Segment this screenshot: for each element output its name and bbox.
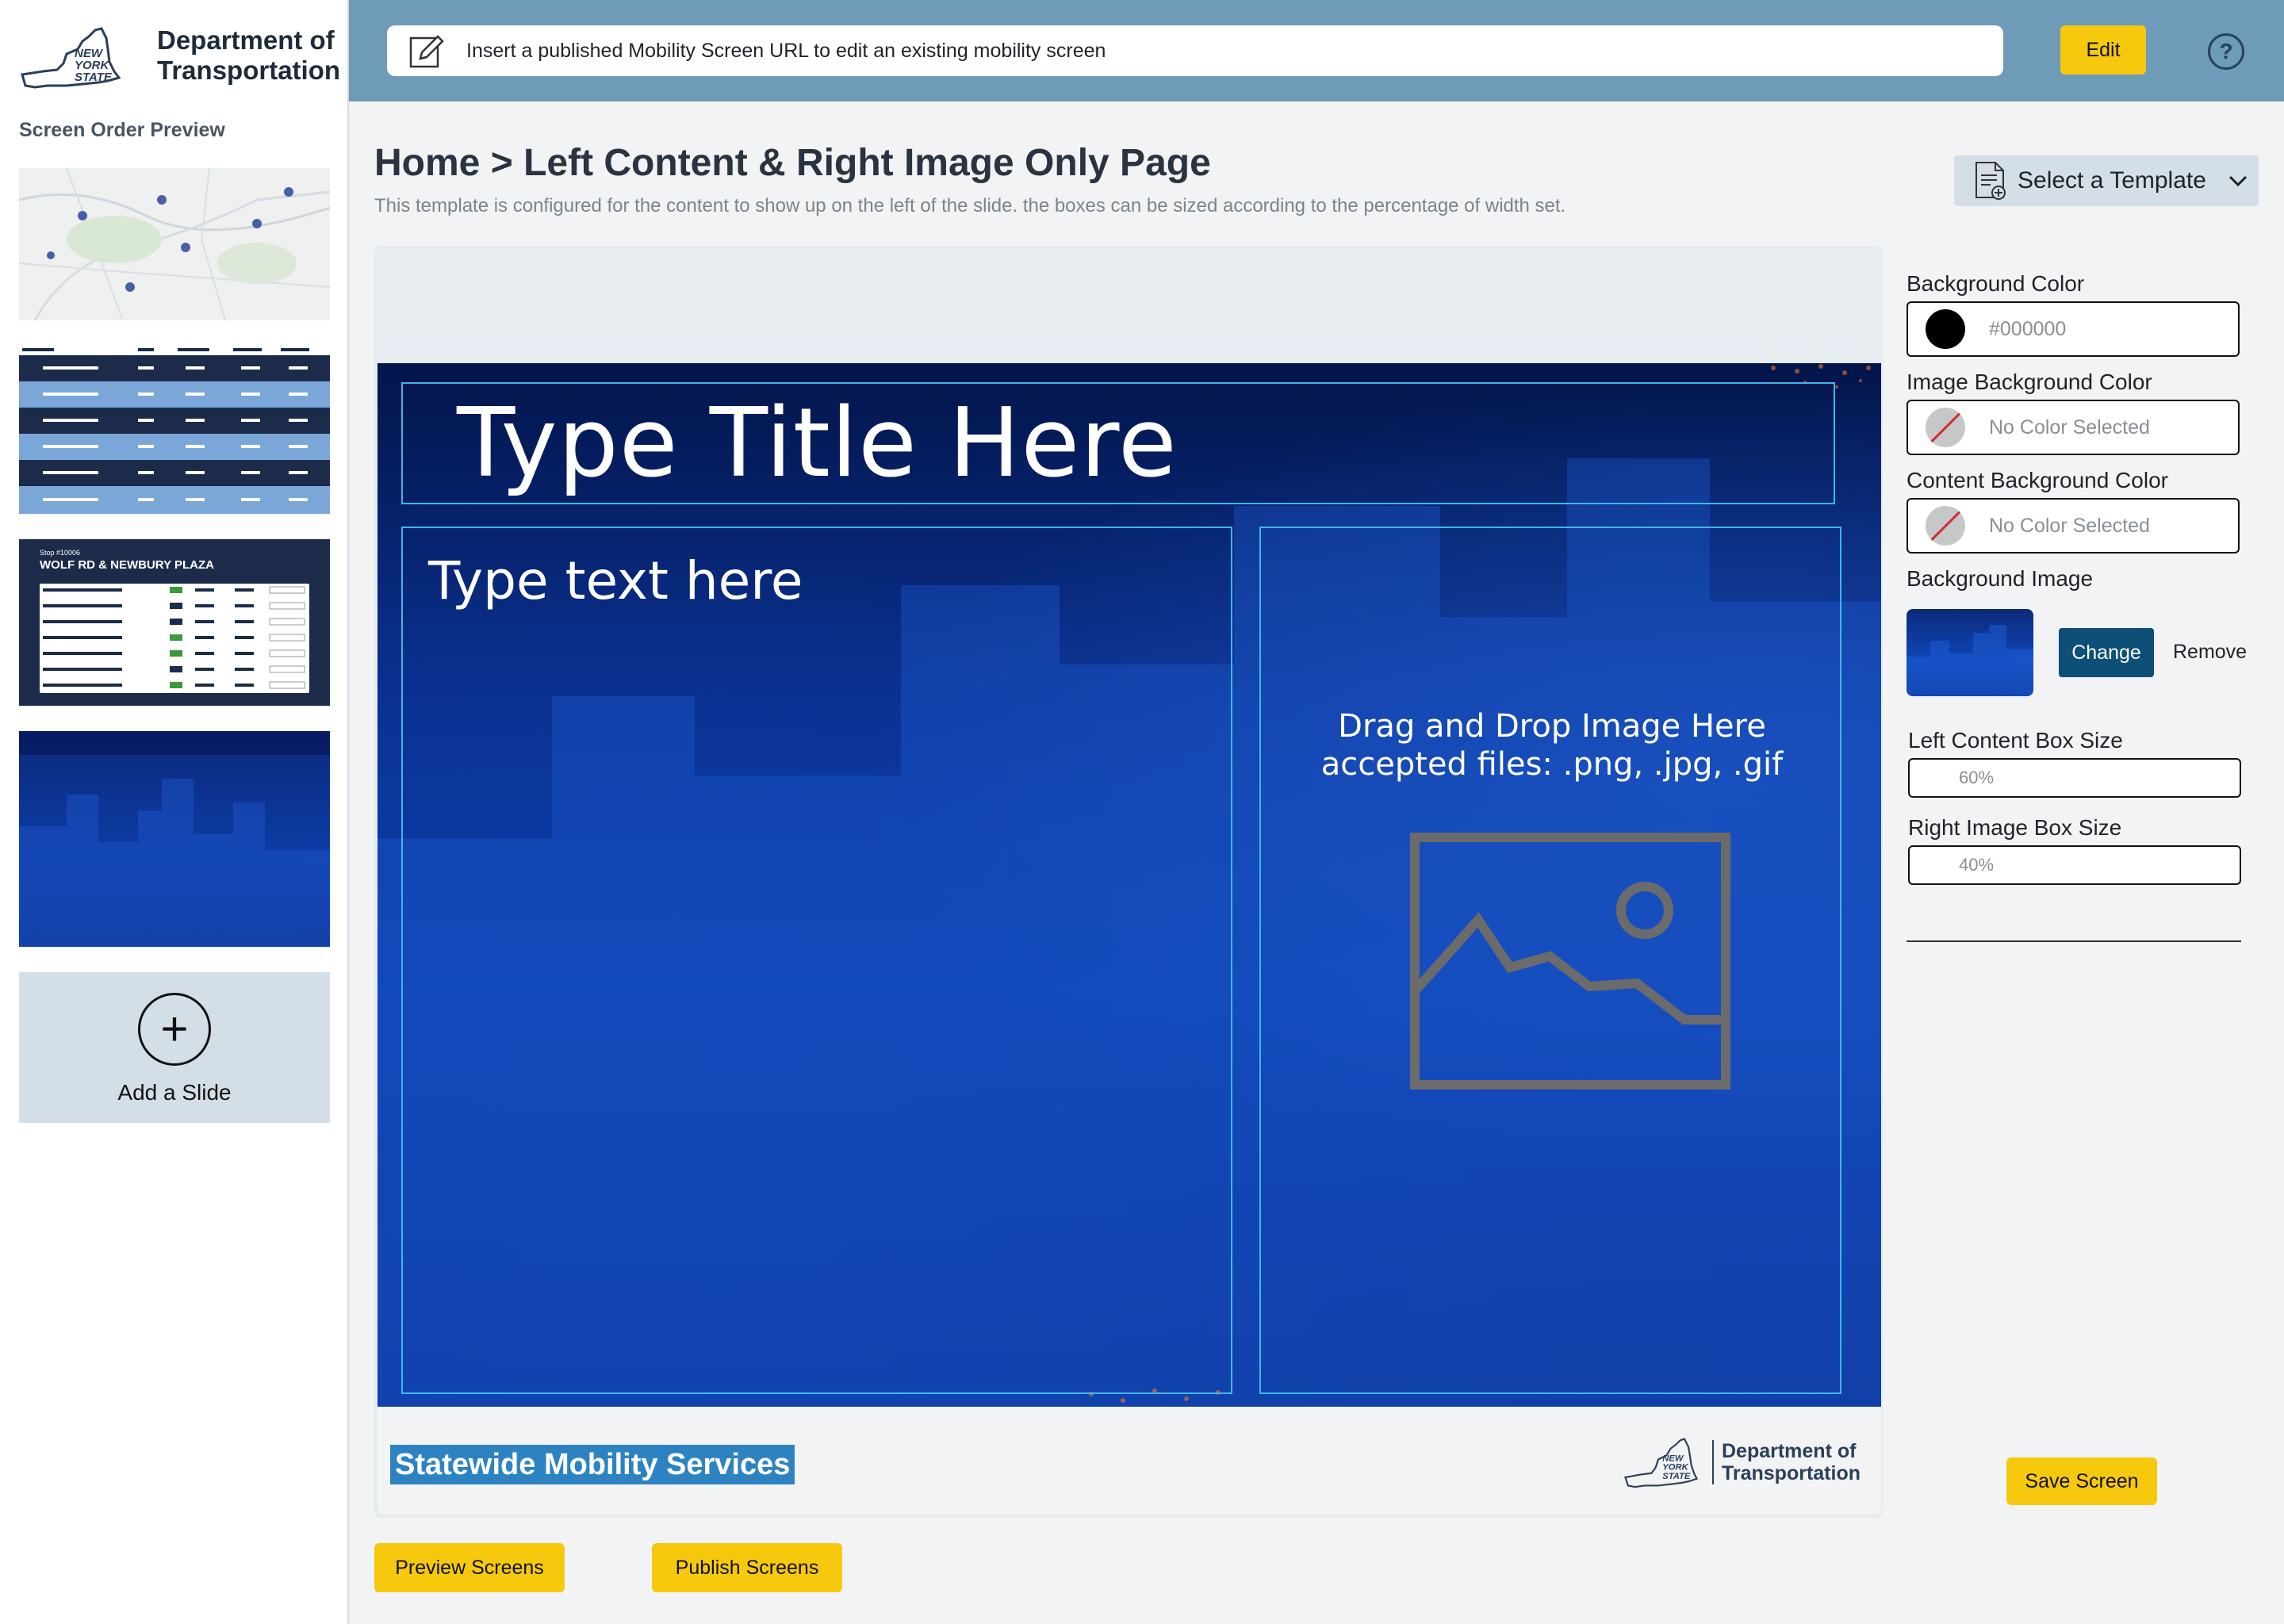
select-template-label: Select a Template: [2018, 167, 2206, 193]
edit-pencil-icon: [409, 35, 444, 68]
footer-logo-text: Department of Transportation: [1711, 1440, 1861, 1484]
footer-logo-line-1: Department of: [1721, 1440, 1857, 1462]
image-bg-color-value: No Color Selected: [1989, 416, 2150, 439]
background-color-field[interactable]: #000000: [1907, 301, 2240, 357]
title-input-box[interactable]: Type Title Here: [401, 382, 1835, 504]
help-icon[interactable]: ?: [2208, 33, 2244, 70]
slide-thumbnail-table[interactable]: [19, 346, 330, 514]
svg-text:STATE: STATE: [1662, 1472, 1691, 1481]
content-input-box[interactable]: Type text here: [401, 527, 1232, 1394]
background-color-value: #000000: [1989, 317, 2067, 340]
right-box-size-input[interactable]: 40%: [1908, 845, 2241, 885]
footer-logo-line-2: Transportation: [1721, 1462, 1861, 1484]
ny-state-map-icon: NEW YORK STATE: [19, 22, 122, 89]
content-bg-color-value: No Color Selected: [1989, 514, 2150, 537]
left-box-size-label: Left Content Box Size: [1908, 728, 2123, 753]
drop-line-1: Drag and Drop Image Here: [1338, 708, 1766, 745]
logo-line-1: Department of: [157, 25, 335, 55]
save-screen-button[interactable]: Save Screen: [2006, 1457, 2157, 1505]
url-input[interactable]: Insert a published Mobility Screen URL t…: [387, 25, 2003, 76]
slide-thumbnail-map[interactable]: [19, 168, 330, 320]
add-slide-label: Add a Slide: [117, 1080, 232, 1105]
top-bar: Insert a published Mobility Screen URL t…: [349, 0, 2284, 102]
change-image-button[interactable]: Change: [2059, 628, 2154, 677]
content-bg-color-field[interactable]: No Color Selected: [1907, 498, 2240, 553]
right-box-size-label: Right Image Box Size: [1908, 815, 2122, 840]
logo-text: Department of Transportation: [157, 25, 340, 86]
add-slide-button[interactable]: + Add a Slide: [19, 972, 330, 1123]
image-bg-color-field[interactable]: No Color Selected: [1907, 400, 2240, 455]
footer-nys-dot-logo: NEW YORK STATE Department of Transportat…: [1623, 1431, 1861, 1494]
no-color-icon: [1926, 506, 1965, 546]
footer-badge: Statewide Mobility Services: [390, 1445, 795, 1484]
no-color-icon: [1926, 408, 1965, 447]
background-image-label: Background Image: [1907, 566, 2094, 591]
edit-button[interactable]: Edit: [2060, 25, 2146, 75]
screen-order-title: Screen Order Preview: [19, 119, 225, 141]
left-box-size-input[interactable]: 60%: [1908, 758, 2241, 798]
slide-thumbnail-skyline[interactable]: [19, 731, 330, 947]
slide-thumbnail-schedule[interactable]: Stop #10006 WOLF RD & NEWBURY PLAZA: [19, 539, 330, 706]
drop-line-2: accepted files: .png, .jpg, .gif: [1320, 746, 1784, 783]
publish-screens-button[interactable]: Publish Screens: [652, 1543, 842, 1592]
content-placeholder: Type text here: [428, 550, 803, 611]
color-swatch: [1926, 309, 1965, 349]
plus-icon: +: [138, 993, 211, 1066]
drop-instructions: Drag and Drop Image Here accepted files:…: [1261, 707, 1843, 783]
image-drop-zone[interactable]: Drag and Drop Image Here accepted files:…: [1259, 527, 1841, 1394]
background-color-label: Background Color: [1907, 271, 2085, 296]
title-placeholder: Type Title Here: [457, 388, 1178, 499]
url-placeholder: Insert a published Mobility Screen URL t…: [466, 39, 1106, 62]
panel-divider: [1907, 940, 2241, 942]
document-add-icon: [1976, 162, 2006, 200]
svg-text:STATE: STATE: [75, 71, 113, 84]
svg-text:NEW: NEW: [1662, 1454, 1684, 1463]
background-image-thumbnail: [1907, 609, 2033, 696]
logo-line-2: Transportation: [157, 56, 341, 85]
image-bg-color-label: Image Background Color: [1907, 370, 2152, 394]
page-title: Home > Left Content & Right Image Only P…: [374, 142, 1211, 184]
preview-screens-button[interactable]: Preview Screens: [374, 1543, 565, 1592]
page-description: This template is configured for the cont…: [374, 195, 1566, 216]
footer-ny-state-map-icon: NEW YORK STATE: [1624, 1438, 1699, 1488]
content-bg-color-label: Content Background Color: [1907, 468, 2168, 492]
image-placeholder-icon: [1410, 833, 1730, 1090]
svg-text:YORK: YORK: [1662, 1463, 1688, 1473]
nys-dot-logo: NEW YORK STATE Department of Transportat…: [19, 22, 340, 89]
slide-footer: Statewide Mobility Services NEW YORK STA…: [377, 1407, 1881, 1515]
remove-image-link[interactable]: Remove: [2173, 641, 2247, 664]
chevron-down-icon: [2228, 175, 2247, 187]
select-template-dropdown[interactable]: Select a Template: [1954, 155, 2259, 206]
sidebar: NEW YORK STATE Department of Transportat…: [0, 0, 349, 1624]
